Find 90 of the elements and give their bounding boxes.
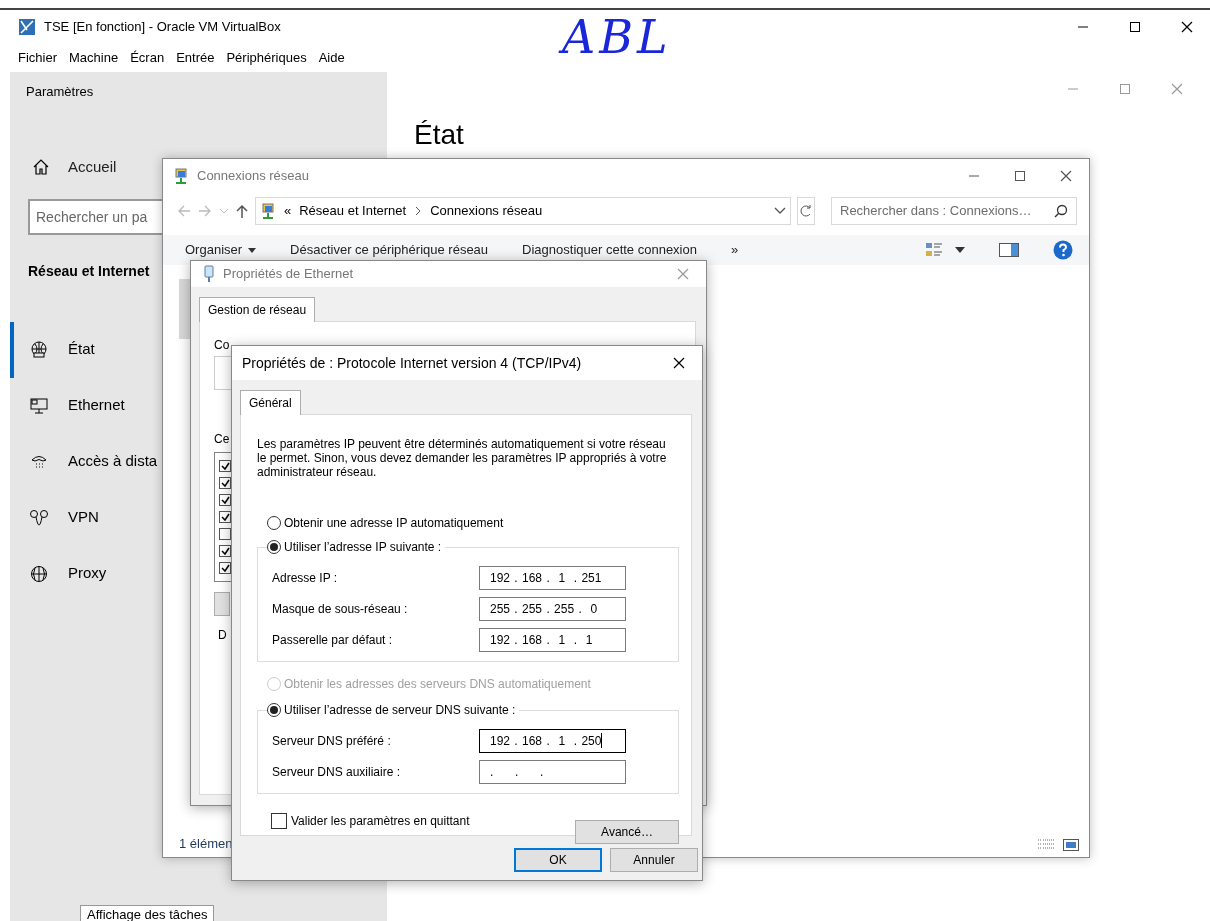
close-icon	[676, 267, 690, 281]
search-icon	[1054, 204, 1068, 218]
toolbar-button[interactable]: Organiser	[185, 240, 257, 260]
checkbox[interactable]	[219, 562, 231, 574]
page-title: État	[414, 118, 464, 152]
menu-item[interactable]: Écran	[124, 46, 171, 70]
toolbar-button[interactable]: Désactiver ce périphérique réseau	[290, 240, 489, 260]
ip-address-field[interactable]: 192 . 168 . 1 . 251	[479, 565, 626, 590]
task-view-button[interactable]: Affichage des tâches	[80, 905, 215, 921]
close-icon	[1180, 20, 1194, 34]
home-link[interactable]: Accueil	[32, 156, 117, 179]
text-cursor	[601, 733, 603, 748]
nav-item[interactable]: Accès à dista	[10, 433, 164, 490]
preview-pane-icon[interactable]	[999, 243, 1019, 257]
chevron-right-icon	[414, 206, 423, 216]
checkbox[interactable]	[219, 545, 231, 557]
nav-item[interactable]: Proxy	[10, 545, 113, 602]
ip-address-field[interactable]: 192 . 168 . 1 . 250	[479, 728, 626, 753]
app-icon	[18, 18, 36, 36]
close-icon	[672, 356, 686, 370]
field-label: Passerelle par défaut :	[272, 631, 394, 649]
radio-button[interactable]: Utiliser l’adresse IP suivante :	[267, 537, 446, 557]
chevron-down-icon	[774, 206, 786, 216]
close-icon	[1059, 169, 1073, 183]
view-options-icon[interactable]	[925, 242, 943, 258]
nav-item[interactable]: État	[10, 321, 101, 378]
up-arrow-icon[interactable]	[235, 203, 249, 219]
field-label: Co	[214, 337, 230, 354]
radio-circle[interactable]	[267, 540, 281, 554]
dialog-button[interactable]: OK	[514, 848, 602, 872]
section-heading: Réseau et Internet	[28, 261, 150, 281]
intro-text: Les paramètres IP peuvent être déterminés automatiquement si votre réseau le permet. Sinon, vous devez demander les paramètres IP appropriés à votre administrateur réseau.	[257, 437, 668, 479]
ip-address-field[interactable]: 192 . 168 . 1 . 1	[479, 627, 626, 652]
search-field[interactable]: Rechercher un pa	[28, 198, 162, 235]
close-icon	[1170, 82, 1184, 96]
nav-item[interactable]: Ethernet	[10, 377, 131, 434]
menu-item[interactable]: Périphériques	[220, 46, 313, 70]
address-bar[interactable]: « Réseau et Internet Connexions réseau	[255, 197, 791, 225]
caret-icon[interactable]	[955, 247, 965, 253]
checkbox[interactable]	[219, 494, 231, 506]
adapter-icon	[203, 265, 215, 283]
network-icon	[173, 168, 189, 184]
home-icon	[32, 158, 50, 177]
advanced-button[interactable]: Avancé…	[575, 820, 679, 844]
window-title: Propriétés de Ethernet	[223, 265, 354, 284]
checkbox[interactable]	[271, 813, 287, 829]
field-label: Serveur DNS auxiliaire :	[272, 763, 402, 781]
field-label: Serveur DNS préféré :	[272, 732, 392, 750]
field-label: Adresse IP :	[272, 569, 339, 587]
toolbar-button[interactable]: Diagnostiquer cette connexion	[522, 240, 697, 260]
help-icon[interactable]	[1053, 240, 1073, 260]
checkbox-label: Valider les paramètres en quittant	[291, 813, 470, 830]
radio-button[interactable]: Utiliser l’adresse de serveur DNS suivante :	[267, 700, 520, 720]
field-label: Masque de sous-réseau :	[272, 600, 409, 618]
maximize-icon	[1014, 170, 1026, 182]
network-icon	[260, 203, 276, 219]
ip-address-field[interactable]: . . .	[479, 759, 626, 784]
nav-item[interactable]: VPN	[10, 489, 105, 546]
maximize-icon	[1119, 83, 1131, 95]
menu-item[interactable]: Fichier	[12, 46, 63, 70]
globe-icon	[30, 340, 48, 359]
status-text: 1 élémen	[179, 834, 233, 853]
checkbox[interactable]	[219, 528, 231, 540]
radio-circle[interactable]	[267, 703, 281, 717]
toolbar-button[interactable]: »	[730, 240, 739, 260]
field-label: Ce	[214, 431, 230, 448]
menu-item[interactable]: Aide	[312, 46, 351, 70]
link-icon	[30, 508, 48, 527]
refresh-icon[interactable]	[797, 197, 815, 225]
window-title: Paramètres	[25, 83, 95, 101]
checkbox[interactable]	[219, 511, 231, 523]
checkbox[interactable]	[219, 460, 231, 472]
field-label: D	[218, 627, 227, 644]
maximize-icon	[1129, 21, 1141, 33]
caret-icon	[248, 247, 257, 253]
ip-address-field[interactable]: 255 . 255 . 255 . 0	[479, 596, 626, 621]
dialog-button[interactable]: Annuler	[610, 848, 698, 872]
window-title: TSE [En fonction] - Oracle VM VirtualBox	[44, 18, 281, 37]
tab[interactable]: Gestion de réseau	[199, 297, 316, 322]
menu-item[interactable]: Machine	[63, 46, 125, 70]
checkbox[interactable]	[219, 477, 231, 489]
window-title: Connexions réseau	[197, 167, 310, 186]
menu-item[interactable]: Entrée	[170, 46, 221, 70]
tiles-view-icon[interactable]	[1063, 839, 1079, 851]
radio-circle[interactable]	[267, 516, 281, 530]
tab[interactable]: Général	[240, 390, 301, 415]
monitor-icon	[30, 396, 48, 415]
globe-icon	[30, 564, 48, 583]
window-title: Propriétés de : Protocole Internet version 4 (TCP/IPv4)	[242, 353, 582, 373]
search-field[interactable]: Rechercher dans : Connexions…	[831, 197, 1077, 225]
